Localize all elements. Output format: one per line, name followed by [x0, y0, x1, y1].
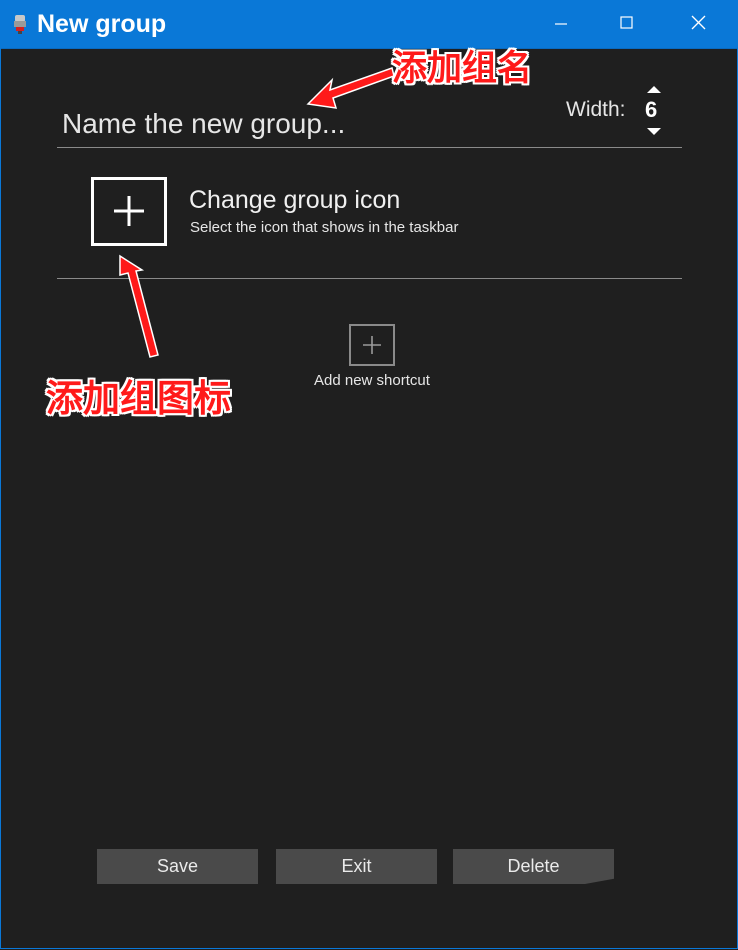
name-arrow: [306, 67, 395, 109]
delete-button[interactable]: Delete: [453, 849, 614, 884]
icon-arrow: [119, 254, 159, 358]
annotation-name-hint: 添加组名: [392, 49, 533, 89]
annotation-arrows: [119, 67, 395, 358]
annotation-icon-hint: 添加组图标: [46, 377, 231, 420]
save-button[interactable]: Save: [97, 849, 258, 884]
exit-button[interactable]: Exit: [276, 849, 437, 884]
